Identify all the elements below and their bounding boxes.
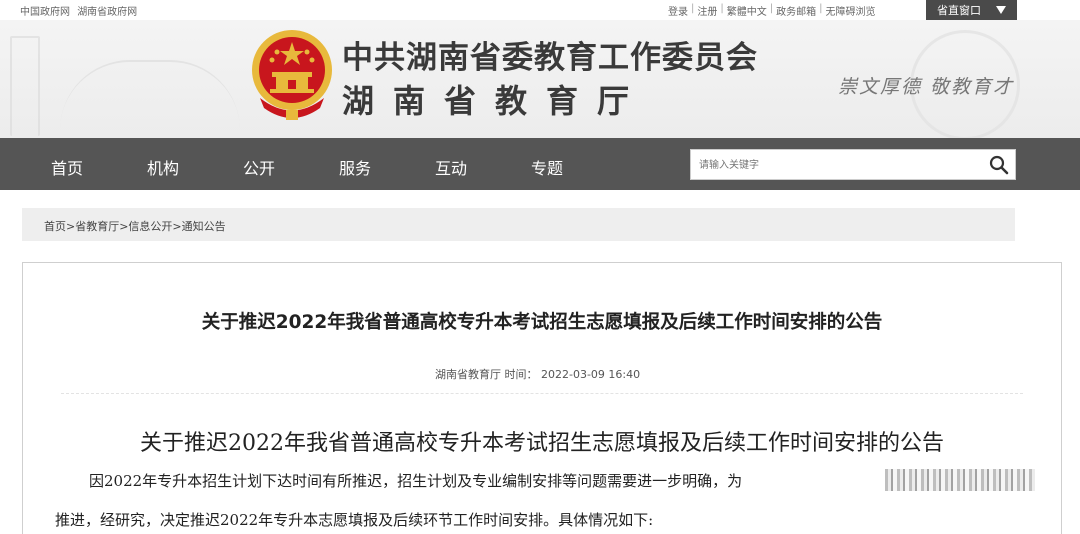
- background-decoration: [10, 36, 40, 136]
- article-time-label: 时间：: [504, 368, 538, 381]
- obscured-text: [885, 469, 1035, 491]
- gov-portal-link[interactable]: 中国政府网: [20, 7, 70, 18]
- article-paragraph: 因2022年专升本招生计划下达时间有所推迟，招生计划及专业编制安排等问题需要进一…: [89, 472, 743, 490]
- top-right-links: 登录 | 注册 | 繁體中文 | 政务邮箱 | 无障碍浏览: [665, 3, 879, 18]
- register-link[interactable]: 注册: [694, 3, 720, 18]
- search-input[interactable]: [699, 156, 969, 174]
- site-title-sub: 湖南省教育厅: [342, 82, 649, 120]
- article-panel: 关于推迟2022年我省普通高校专升本考试招生志愿填报及后续工作时间安排的公告 湖…: [22, 262, 1062, 534]
- article-time: 2022-03-09 16:40: [541, 368, 641, 381]
- background-decoration: [60, 60, 240, 130]
- top-bar: 中国政府网 湖南省政府网 登录 | 注册 | 繁體中文 | 政务邮箱 | 无障碍…: [0, 0, 1080, 20]
- hunan-gov-link[interactable]: 湖南省政府网: [77, 7, 137, 18]
- provincial-portal-button[interactable]: 省直窗口: [926, 0, 1017, 20]
- nav-item-home[interactable]: 首页: [51, 155, 83, 179]
- caret-down-icon: [996, 6, 1006, 14]
- national-emblem-icon: [252, 30, 332, 120]
- main-nav: 首页 机构 公开 服务 互动 专题: [0, 138, 1080, 190]
- nav-item-organization[interactable]: 机构: [147, 155, 179, 179]
- nav-item-services[interactable]: 服务: [339, 155, 371, 179]
- article-body-title: 关于推迟2022年我省普通高校专升本考试招生志愿填报及后续工作时间安排的公告: [140, 431, 944, 456]
- search-box: [690, 149, 1016, 180]
- login-link[interactable]: 登录: [665, 3, 691, 18]
- article-paragraph: 推进，经研究，决定推迟2022年专升本志愿填报及后续环节工作时间安排。具体情况如…: [55, 511, 654, 529]
- site-header: 中共湖南省委教育工作委员会 湖南省教育厅 崇文厚德 敬教育才: [0, 20, 1080, 138]
- portal-label: 省直窗口: [937, 4, 981, 17]
- site-title-main: 中共湖南省委教育工作委员会: [342, 40, 758, 76]
- calligraphy-motto: 崇文厚德 敬教育才: [838, 76, 1015, 98]
- breadcrumb[interactable]: 首页>省教育厅>信息公开>通知公告: [44, 218, 226, 234]
- gov-mail-link[interactable]: 政务邮箱: [773, 3, 819, 18]
- nav-item-disclosure[interactable]: 公开: [243, 155, 275, 179]
- divider: [61, 393, 1023, 394]
- article-source: 湖南省教育厅: [435, 368, 501, 381]
- article-meta: 湖南省教育厅 时间： 2022-03-09 16:40: [435, 366, 640, 382]
- breadcrumb-bar: 首页>省教育厅>信息公开>通知公告: [22, 208, 1015, 241]
- article-title: 关于推迟2022年我省普通高校专升本考试招生志愿填报及后续工作时间安排的公告: [201, 312, 883, 333]
- search-icon[interactable]: [989, 155, 1009, 175]
- top-left-links: 中国政府网 湖南省政府网: [20, 3, 141, 18]
- nav-item-topics[interactable]: 专题: [531, 155, 563, 179]
- nav-item-interaction[interactable]: 互动: [435, 155, 467, 179]
- accessibility-link[interactable]: 无障碍浏览: [823, 3, 879, 18]
- traditional-chinese-link[interactable]: 繁體中文: [724, 3, 770, 18]
